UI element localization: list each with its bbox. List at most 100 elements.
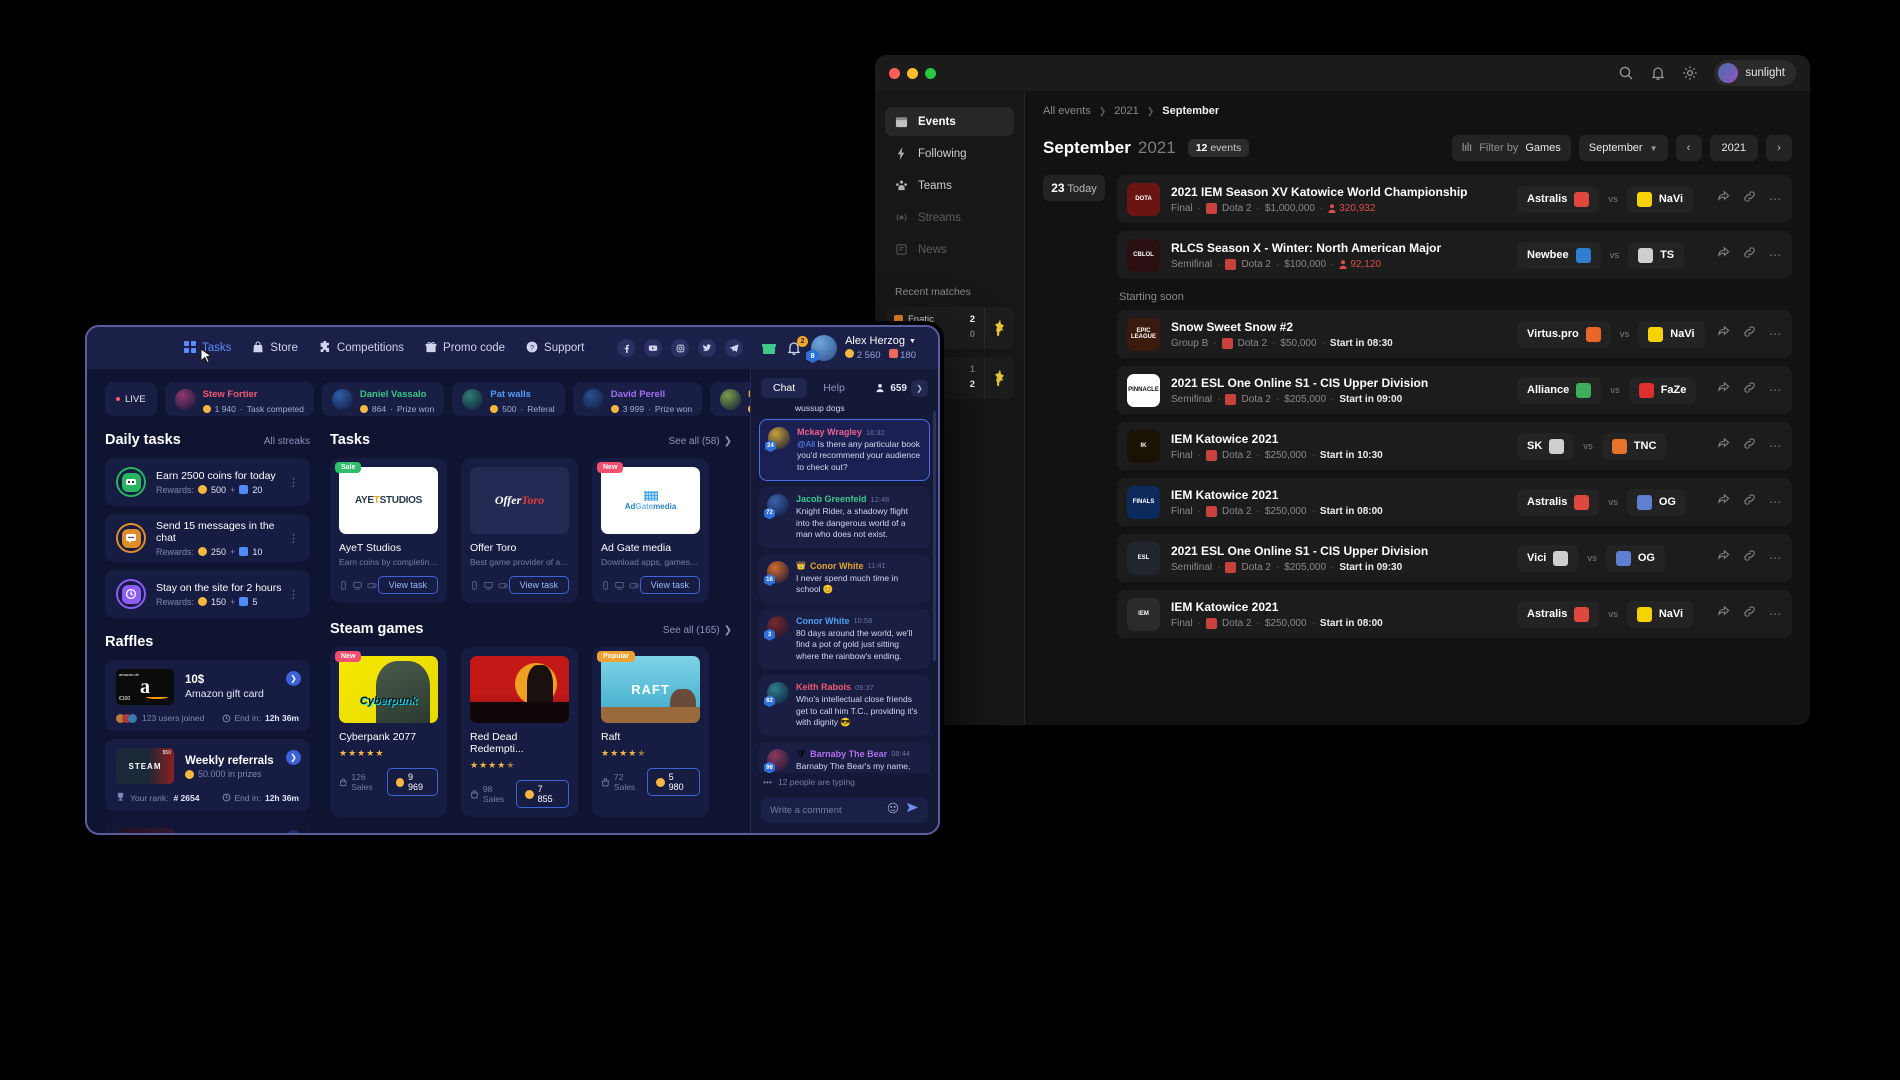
window-traffic-lights[interactable] xyxy=(889,67,936,79)
event-row[interactable]: ESL 2021 ESL One Online S1 - CIS Upper D… xyxy=(1117,534,1792,582)
send-icon[interactable] xyxy=(906,801,919,819)
team-b[interactable]: TS xyxy=(1628,241,1685,269)
team-b[interactable]: NaVi xyxy=(1626,185,1694,213)
link-icon[interactable] xyxy=(1743,493,1756,511)
prev-year-button[interactable]: ‹ xyxy=(1675,135,1702,161)
event-row[interactable]: IEM IEM Katowice 2021 Final · Dota 2 · $25… xyxy=(1117,590,1792,638)
live-ticker-item[interactable]: Stew Fortier 1 940 · Task competed xyxy=(164,382,314,416)
bell-notification-icon[interactable]: 2 xyxy=(786,335,809,357)
emoji-icon[interactable] xyxy=(887,801,899,819)
gear-icon[interactable] xyxy=(1682,65,1698,81)
link-icon[interactable] xyxy=(1743,246,1756,264)
telegram-icon[interactable] xyxy=(725,339,744,357)
live-ticker-item[interactable]: Paige Finn 450·Task completed xyxy=(710,382,750,416)
raffle-item[interactable]: ❯ APEX Apex Legends xyxy=(105,819,310,833)
nav-item-support[interactable]: ? Support xyxy=(526,341,584,356)
bell-icon[interactable] xyxy=(1650,65,1666,81)
team-b[interactable]: OG xyxy=(1626,488,1686,516)
message-author[interactable]: Barnaby The Bear xyxy=(810,749,887,759)
share-icon[interactable] xyxy=(1717,493,1730,511)
raffle-go-icon[interactable]: ❯ xyxy=(286,750,301,765)
link-icon[interactable] xyxy=(1743,605,1756,623)
facebook-icon[interactable] xyxy=(617,339,636,357)
more-icon[interactable]: ⋯ xyxy=(1769,327,1782,341)
event-row[interactable]: PINNACLE 2021 ESL One Online S1 - CIS Up… xyxy=(1117,366,1792,414)
more-icon[interactable]: ⋮ xyxy=(288,476,299,489)
nav-item-promo-code[interactable]: Promo code xyxy=(425,341,505,356)
minimize-button[interactable] xyxy=(907,67,918,79)
share-icon[interactable] xyxy=(1717,190,1730,208)
team-a[interactable]: Astralis xyxy=(1517,488,1600,516)
event-row[interactable]: DOTA 2021 IEM Season XV Katowice World C… xyxy=(1117,175,1792,223)
team-b[interactable]: FaZe xyxy=(1628,376,1697,404)
share-icon[interactable] xyxy=(1717,246,1730,264)
message-author[interactable]: Jacob Greenfeld xyxy=(796,494,867,504)
tasks-see-all-link[interactable]: See all (58) ❯ xyxy=(668,436,732,447)
team-a[interactable]: Astralis xyxy=(1517,600,1600,628)
nav-item-store[interactable]: Store xyxy=(252,340,298,356)
more-icon[interactable]: ⋯ xyxy=(1769,248,1782,262)
close-button[interactable] xyxy=(889,67,900,79)
more-icon[interactable]: ⋮ xyxy=(288,588,299,601)
esports-user-chip[interactable]: sunlight xyxy=(1714,60,1796,86)
link-icon[interactable] xyxy=(1743,437,1756,455)
game-price[interactable]: 5 980 xyxy=(646,768,700,796)
share-icon[interactable] xyxy=(1717,605,1730,623)
raffle-go-icon[interactable]: ❯ xyxy=(286,671,301,686)
tab-help[interactable]: Help xyxy=(811,378,857,398)
team-a[interactable]: Alliance xyxy=(1517,376,1602,404)
chat-message[interactable]: 24 Mckay Wragley 16:32 @All Is there any… xyxy=(759,419,930,482)
more-icon[interactable]: ⋯ xyxy=(1769,383,1782,397)
message-author[interactable]: Mckay Wragley xyxy=(797,427,862,437)
more-icon[interactable]: ⋯ xyxy=(1769,439,1782,453)
raffle-item[interactable]: ❯ STEAM $50 Weekly referrals 50.000 in pr… xyxy=(105,739,310,811)
instagram-icon[interactable] xyxy=(671,339,690,357)
view-task-button[interactable]: View task xyxy=(508,576,569,594)
event-row[interactable]: CBLOL RLCS Season X - Winter: North Amer… xyxy=(1117,231,1792,279)
avatar[interactable]: 8 xyxy=(806,335,838,363)
user-area[interactable]: 2 8 Alex Herzog ▼ 2 560 180 xyxy=(761,335,916,363)
twitter-icon[interactable] xyxy=(698,339,717,357)
team-a[interactable]: Astralis xyxy=(1517,185,1600,213)
chat-message[interactable]: 72 Jacob Greenfeld 12:48 Knight Rider, a… xyxy=(759,487,930,548)
avatar[interactable]: 3 xyxy=(764,615,789,641)
team-b[interactable]: TNC xyxy=(1601,432,1667,460)
team-b[interactable]: NaVi xyxy=(1626,600,1694,628)
live-ticker-item[interactable]: David Perell 3 999 · Prize won xyxy=(572,382,703,416)
share-icon[interactable] xyxy=(1717,549,1730,567)
month-select[interactable]: September ▼ xyxy=(1578,135,1668,161)
share-icon[interactable] xyxy=(1717,381,1730,399)
next-year-button[interactable]: › xyxy=(1766,135,1792,161)
steam-game-card[interactable]: Red Dead Redempti... ★ ★ ★ ★ ★ 98 Sales 7 85… xyxy=(461,647,578,817)
chat-input-row[interactable]: Write a comment xyxy=(761,797,928,823)
live-ticker-item[interactable]: Daniel Vassalo 864 · Prize won xyxy=(321,382,445,416)
avatar[interactable]: 16 xyxy=(764,560,789,586)
view-task-button[interactable]: View task xyxy=(377,576,438,594)
chat-message[interactable]: 96 🛡 Barnaby The Bear 08:44 Barnaby The … xyxy=(759,741,930,773)
avatar[interactable]: 72 xyxy=(764,494,789,520)
team-a[interactable]: Virtus.pro xyxy=(1517,320,1611,348)
sidebar-item-news[interactable]: News xyxy=(885,235,1014,264)
team-a[interactable]: Newbee xyxy=(1517,241,1601,269)
link-icon[interactable] xyxy=(1743,381,1756,399)
chat-input-placeholder[interactable]: Write a comment xyxy=(770,805,880,816)
chat-message[interactable]: 3 Conor White 10:58 80 days around the w… xyxy=(759,608,930,670)
gift-notification-icon[interactable] xyxy=(761,340,778,357)
more-icon[interactable]: ⋮ xyxy=(288,532,299,545)
chat-scrollbar[interactable] xyxy=(933,411,936,661)
share-icon[interactable] xyxy=(1717,325,1730,343)
event-row[interactable]: IK IEM Katowice 2021 Final · Dota 2 · $250… xyxy=(1117,422,1792,470)
chat-collapse-button[interactable]: ❯ xyxy=(911,379,928,397)
chat-message[interactable]: 62 Keith Rabois 09:37 Who's intellectual… xyxy=(759,675,930,736)
avatar[interactable]: 96 xyxy=(764,748,789,773)
breadcrumb-year[interactable]: 2021 xyxy=(1114,105,1138,117)
message-author[interactable]: Conor White xyxy=(796,616,850,626)
mention-tag[interactable]: @All xyxy=(797,439,815,449)
event-row[interactable]: FINALS IEM Katowice 2021 Final · Dota 2 · … xyxy=(1117,478,1792,526)
event-row[interactable]: EPIC LEAGUE Snow Sweet Snow #2 Group B · … xyxy=(1117,310,1792,358)
youtube-icon[interactable] xyxy=(644,339,663,357)
message-author[interactable]: Conor White xyxy=(810,561,864,571)
message-author[interactable]: Keith Rabois xyxy=(796,682,851,692)
game-price[interactable]: 7 855 xyxy=(515,780,569,808)
steam-game-card[interactable]: Popular RAFT Raft ★ ★ ★ ★ ★ 72 Sales 5 980 xyxy=(592,647,709,817)
